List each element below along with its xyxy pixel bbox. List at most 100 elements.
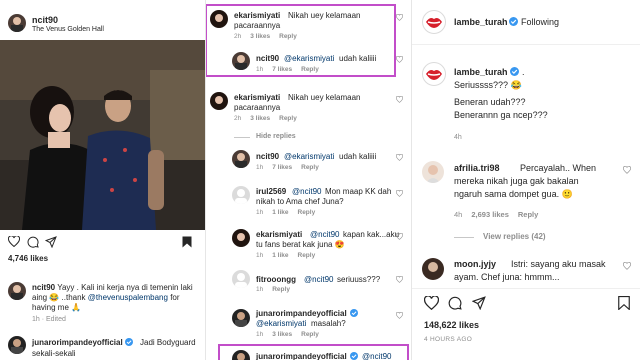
- comment-text: Percayalah.. When: [520, 163, 597, 173]
- bookmark-icon[interactable]: [618, 296, 630, 310]
- comment-likes[interactable]: 1 like: [272, 252, 288, 259]
- comment-likes[interactable]: 3 likes: [272, 331, 292, 338]
- follow-button[interactable]: Following: [521, 17, 559, 27]
- like-heart-icon[interactable]: [396, 190, 403, 197]
- caption-username[interactable]: ncit90: [32, 283, 55, 292]
- comment-username[interactable]: ekarismiyati: [234, 93, 280, 102]
- like-heart-icon[interactable]: [396, 154, 403, 161]
- comment-username[interactable]: ekarismiyati: [234, 11, 280, 20]
- comment-likes[interactable]: 7 likes: [272, 66, 292, 73]
- comment-username[interactable]: irul2569: [256, 187, 286, 196]
- reply-button[interactable]: Reply: [298, 209, 316, 216]
- comment-text-cont: pacaraannya: [234, 21, 281, 30]
- avatar[interactable]: [422, 161, 444, 183]
- like-heart-icon[interactable]: [396, 96, 403, 103]
- comment-icon[interactable]: [448, 296, 462, 310]
- comment-likes[interactable]: 7 likes: [272, 164, 292, 171]
- lips-logo-avatar[interactable]: [422, 62, 446, 86]
- account-username[interactable]: lambe_turah: [454, 17, 508, 27]
- hide-replies-button[interactable]: Hide replies: [256, 133, 296, 140]
- share-icon[interactable]: [472, 296, 486, 310]
- comment-username[interactable]: junarorimpandeyofficial: [256, 352, 347, 360]
- comment-icon[interactable]: [27, 236, 39, 248]
- comment-mention[interactable]: @ncit90: [292, 187, 321, 196]
- comment-mention[interactable]: @ekarismiyati: [256, 319, 306, 328]
- avatar[interactable]: [8, 14, 26, 32]
- reply-button[interactable]: Reply: [279, 33, 297, 40]
- post-likes[interactable]: 148,622 likes: [424, 320, 479, 330]
- comment-username[interactable]: ncit90: [256, 152, 279, 161]
- like-heart-icon[interactable]: [396, 56, 403, 63]
- caption-mention[interactable]: @thevenuspalembang: [88, 293, 168, 302]
- comment-text: masalah?: [311, 319, 346, 328]
- avatar[interactable]: [232, 270, 250, 288]
- caption-line: Seriussss??? 😂: [454, 80, 522, 90]
- comment-text: udah kaliiii: [339, 152, 377, 161]
- comment-mention[interactable]: @ncit90: [304, 275, 333, 284]
- comment-meta: 1h Reply: [256, 286, 299, 293]
- comment-likes[interactable]: 3 likes: [250, 33, 270, 40]
- comment-username[interactable]: junarorimpandeyofficial: [32, 338, 123, 347]
- reply-button[interactable]: Reply: [298, 252, 316, 259]
- avatar[interactable]: [210, 10, 228, 28]
- comment-username[interactable]: junarorimpandeyofficial: [256, 309, 347, 318]
- comment-text-cont: tu fans berat kak juna 😍: [256, 240, 345, 249]
- reply-button[interactable]: Reply: [301, 331, 319, 338]
- avatar[interactable]: [8, 282, 26, 300]
- like-heart-icon[interactable]: [623, 166, 631, 174]
- comment-time: 1h: [256, 331, 264, 338]
- comment-mention[interactable]: @ekarismiyati: [284, 54, 334, 63]
- lips-logo-avatar[interactable]: [422, 10, 446, 34]
- comment-username[interactable]: ekarismiyati: [256, 230, 302, 239]
- heart-icon[interactable]: [8, 236, 20, 247]
- avatar[interactable]: [232, 52, 250, 70]
- reply-button[interactable]: Reply: [272, 286, 290, 293]
- avatar[interactable]: [8, 336, 26, 354]
- avatar[interactable]: [232, 150, 250, 168]
- comment-meta: 1h 3 likes Reply: [256, 331, 328, 338]
- comment-username[interactable]: moon.jyjy: [454, 259, 496, 269]
- comment-mention[interactable]: @ekarismiyati: [284, 152, 334, 161]
- post-panel-right: lambe_turah Following lambe_turah . Seri…: [412, 0, 640, 360]
- like-heart-icon[interactable]: [396, 233, 403, 240]
- like-heart-icon[interactable]: [396, 276, 403, 283]
- post-username[interactable]: ncit90: [32, 15, 58, 25]
- avatar[interactable]: [232, 309, 250, 327]
- comment-text: Mon maap KK dah: [325, 187, 392, 196]
- comment-likes[interactable]: 2,693 likes: [471, 210, 509, 219]
- comment-text: Istri: sayang aku masak: [511, 259, 606, 269]
- avatar[interactable]: [232, 229, 250, 247]
- comment-time: 2h: [234, 33, 242, 40]
- divider: [234, 137, 250, 138]
- comment-username[interactable]: ncit90: [256, 54, 279, 63]
- caption-line: Beneran udah???: [454, 97, 526, 107]
- bookmark-icon[interactable]: [182, 236, 192, 248]
- comment-username[interactable]: afrilia.tri98: [454, 163, 500, 173]
- comment-mention[interactable]: @ncit90: [362, 352, 391, 360]
- like-heart-icon[interactable]: [396, 312, 403, 319]
- share-icon[interactable]: [45, 236, 57, 248]
- post-photo-image: [0, 40, 205, 230]
- comment-mention[interactable]: @ncit90: [310, 230, 339, 239]
- reply-button[interactable]: Reply: [301, 164, 319, 171]
- reply-button[interactable]: Reply: [279, 115, 297, 122]
- comment-likes[interactable]: 3 likes: [250, 115, 270, 122]
- comment-text-cont: mereka nikah juga gak bakalan: [454, 176, 579, 186]
- comment-username[interactable]: fitrooongg: [256, 275, 296, 284]
- avatar[interactable]: [210, 92, 228, 110]
- view-replies-button[interactable]: View replies (42): [483, 232, 546, 241]
- post-location[interactable]: The Venus Golden Hall: [32, 26, 104, 33]
- heart-icon[interactable]: [424, 296, 439, 310]
- comment-likes[interactable]: 1 like: [272, 209, 288, 216]
- caption-username[interactable]: lambe_turah: [454, 67, 508, 77]
- comment-meta: 2h 3 likes Reply: [234, 115, 306, 122]
- like-heart-icon[interactable]: [623, 262, 631, 270]
- like-heart-icon[interactable]: [396, 14, 403, 21]
- avatar[interactable]: [232, 186, 250, 204]
- comment-time: 4h: [454, 210, 463, 219]
- post-likes[interactable]: 4,746 likes: [8, 254, 48, 263]
- avatar[interactable]: [422, 258, 444, 280]
- reply-button[interactable]: Reply: [518, 210, 538, 219]
- post-time: 4 HOURS AGO: [424, 336, 473, 343]
- reply-button[interactable]: Reply: [301, 66, 319, 73]
